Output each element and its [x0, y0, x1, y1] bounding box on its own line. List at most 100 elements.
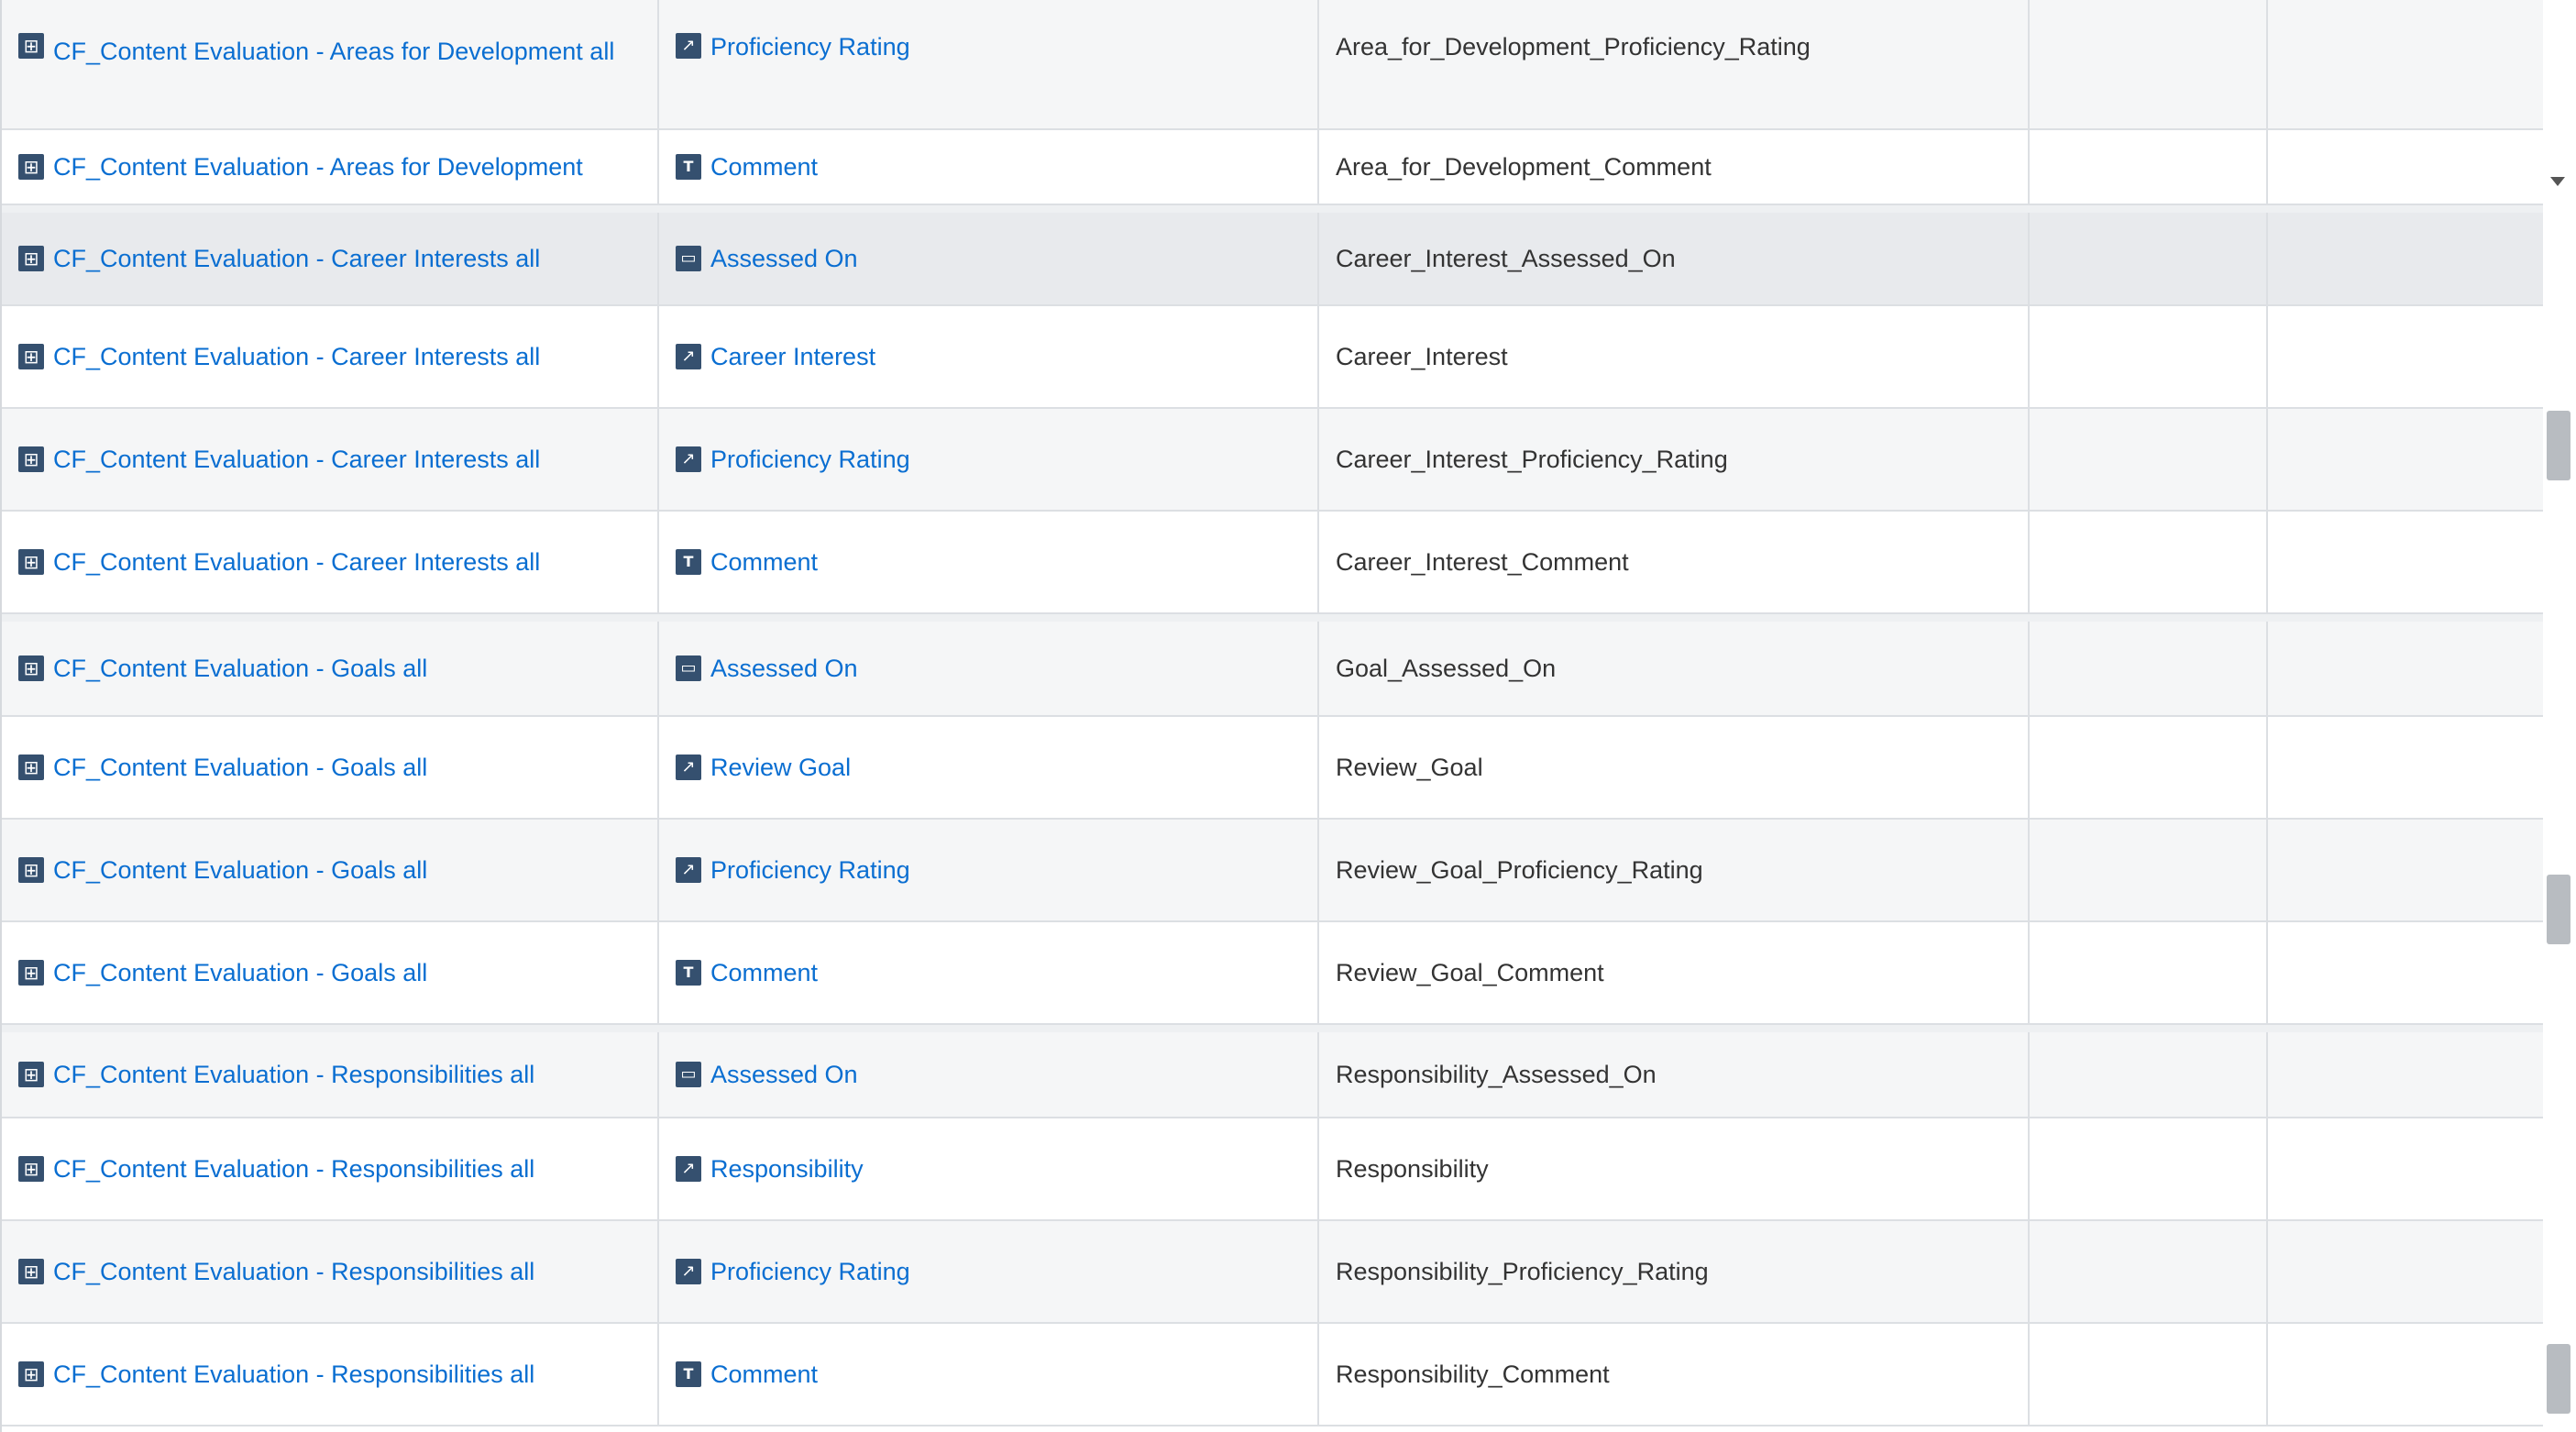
field-cell[interactable]: Proficiency Rating [659, 409, 1319, 510]
field-cell[interactable]: Assessed On [659, 1032, 1319, 1117]
api-name: Responsibility_Assessed_On [1336, 1060, 1657, 1088]
table-row[interactable]: CF_Content Evaluation - Career Interests… [2, 512, 2543, 614]
entity-icon [18, 1259, 44, 1284]
entity-link[interactable]: CF_Content Evaluation - Areas for Develo… [53, 33, 614, 70]
field-cell[interactable]: Assessed On [659, 213, 1319, 304]
entity-link[interactable]: CF_Content Evaluation - Areas for Develo… [53, 153, 583, 182]
entity-link[interactable]: CF_Content Evaluation - Career Interests… [53, 343, 540, 371]
relation-icon [676, 857, 701, 883]
api-name-cell: Responsibility [1319, 1118, 2030, 1219]
api-name: Goal_Assessed_On [1336, 654, 1557, 682]
entity-cell[interactable]: CF_Content Evaluation - Career Interests… [2, 213, 659, 304]
table-row[interactable]: CF_Content Evaluation - Goals all Assess… [2, 622, 2543, 717]
field-cell[interactable]: Review Goal [659, 717, 1319, 818]
entity-cell[interactable]: CF_Content Evaluation - Responsibilities… [2, 1221, 659, 1322]
table-row[interactable]: CF_Content Evaluation - Responsibilities… [2, 1118, 2543, 1221]
table-row[interactable]: CF_Content Evaluation - Career Interests… [2, 409, 2543, 512]
field-link[interactable]: Career Interest [710, 343, 875, 371]
entity-link[interactable]: CF_Content Evaluation - Career Interests… [53, 446, 540, 474]
entity-cell[interactable]: CF_Content Evaluation - Goals all [2, 622, 659, 715]
scrollbar-track[interactable] [2543, 1032, 2576, 1432]
table-row[interactable]: CF_Content Evaluation - Goals all Commen… [2, 922, 2543, 1025]
field-link[interactable]: Assessed On [710, 245, 858, 273]
entity-cell[interactable]: CF_Content Evaluation - Career Interests… [2, 512, 659, 612]
field-cell[interactable]: Comment [659, 512, 1319, 612]
field-cell[interactable]: Responsibility [659, 1118, 1319, 1219]
field-cell[interactable]: Assessed On [659, 622, 1319, 715]
entity-link[interactable]: CF_Content Evaluation - Responsibilities… [53, 1155, 534, 1184]
table-row[interactable]: CF_Content Evaluation - Areas for Develo… [2, 0, 2543, 130]
entity-cell[interactable]: CF_Content Evaluation - Career Interests… [2, 306, 659, 407]
empty-cell [2268, 0, 2543, 128]
relation-icon [676, 1156, 701, 1182]
scrollbar-track[interactable] [2543, 213, 2576, 614]
entity-cell[interactable]: CF_Content Evaluation - Areas for Develo… [2, 0, 659, 128]
entity-link[interactable]: CF_Content Evaluation - Career Interests… [53, 548, 540, 577]
api-name-cell: Review_Goal [1319, 717, 2030, 818]
scrollbar-track[interactable] [2543, 0, 2576, 205]
scrollbar-thumb[interactable] [2547, 1344, 2570, 1414]
field-link[interactable]: Assessed On [710, 1061, 858, 1089]
entity-link[interactable]: CF_Content Evaluation - Responsibilities… [53, 1360, 534, 1389]
scrollbar-thumb[interactable] [2547, 411, 2570, 480]
entity-cell[interactable]: CF_Content Evaluation - Responsibilities… [2, 1118, 659, 1219]
field-link[interactable]: Proficiency Rating [710, 1258, 910, 1286]
field-link[interactable]: Responsibility [710, 1155, 864, 1184]
entity-cell[interactable]: CF_Content Evaluation - Goals all [2, 717, 659, 818]
scrollbar-track[interactable] [2543, 622, 2576, 1025]
empty-cell [2268, 130, 2543, 204]
data-grid: CF_Content Evaluation - Areas for Develo… [0, 0, 2543, 1432]
entity-icon [18, 755, 44, 780]
field-cell[interactable]: Career Interest [659, 306, 1319, 407]
field-link[interactable]: Review Goal [710, 754, 851, 782]
entity-cell[interactable]: CF_Content Evaluation - Responsibilities… [2, 1324, 659, 1425]
table-row[interactable]: CF_Content Evaluation - Career Interests… [2, 213, 2543, 306]
field-link[interactable]: Comment [710, 959, 818, 987]
scroll-down-arrow-icon[interactable] [2550, 177, 2565, 186]
api-name-cell: Responsibility_Comment [1319, 1324, 2030, 1425]
relation-icon [676, 1259, 701, 1284]
field-cell[interactable]: Comment [659, 130, 1319, 204]
table-row[interactable]: CF_Content Evaluation - Responsibilities… [2, 1324, 2543, 1426]
field-cell[interactable]: Comment [659, 1324, 1319, 1425]
entity-link[interactable]: CF_Content Evaluation - Goals all [53, 856, 427, 885]
entity-link[interactable]: CF_Content Evaluation - Goals all [53, 959, 427, 987]
entity-icon [18, 1156, 44, 1182]
entity-cell[interactable]: CF_Content Evaluation - Responsibilities… [2, 1032, 659, 1117]
field-link[interactable]: Proficiency Rating [710, 446, 910, 474]
api-name-cell: Area_for_Development_Comment [1319, 130, 2030, 204]
table-row[interactable]: CF_Content Evaluation - Career Interests… [2, 306, 2543, 409]
api-name: Career_Interest [1336, 342, 1508, 370]
entity-link[interactable]: CF_Content Evaluation - Career Interests… [53, 245, 540, 273]
field-link[interactable]: Comment [710, 153, 818, 182]
table-row[interactable]: CF_Content Evaluation - Responsibilities… [2, 1032, 2543, 1118]
api-name-cell: Responsibility_Assessed_On [1319, 1032, 2030, 1117]
field-cell[interactable]: Comment [659, 922, 1319, 1023]
field-link[interactable]: Assessed On [710, 655, 858, 683]
entity-link[interactable]: CF_Content Evaluation - Responsibilities… [53, 1061, 534, 1089]
field-cell[interactable]: Proficiency Rating [659, 0, 1319, 128]
table-row[interactable]: CF_Content Evaluation - Goals all Review… [2, 717, 2543, 820]
field-cell[interactable]: Proficiency Rating [659, 1221, 1319, 1322]
entity-cell[interactable]: CF_Content Evaluation - Areas for Develo… [2, 130, 659, 204]
entity-cell[interactable]: CF_Content Evaluation - Goals all [2, 820, 659, 920]
entity-cell[interactable]: CF_Content Evaluation - Career Interests… [2, 409, 659, 510]
api-name-cell: Goal_Assessed_On [1319, 622, 2030, 715]
field-link[interactable]: Proficiency Rating [710, 33, 910, 61]
entity-link[interactable]: CF_Content Evaluation - Goals all [53, 655, 427, 683]
entity-icon [18, 1062, 44, 1087]
table-row[interactable]: CF_Content Evaluation - Responsibilities… [2, 1221, 2543, 1324]
field-cell[interactable]: Proficiency Rating [659, 820, 1319, 920]
field-link[interactable]: Proficiency Rating [710, 856, 910, 885]
entity-cell[interactable]: CF_Content Evaluation - Goals all [2, 922, 659, 1023]
table-row[interactable]: CF_Content Evaluation - Goals all Profic… [2, 820, 2543, 922]
entity-link[interactable]: CF_Content Evaluation - Goals all [53, 754, 427, 782]
api-name-cell: Career_Interest_Comment [1319, 512, 2030, 612]
api-name: Area_for_Development_Proficiency_Rating [1336, 33, 1811, 61]
field-link[interactable]: Comment [710, 1360, 818, 1389]
table-row[interactable]: CF_Content Evaluation - Areas for Develo… [2, 130, 2543, 205]
scrollbar-thumb[interactable] [2547, 875, 2570, 944]
field-link[interactable]: Comment [710, 548, 818, 577]
entity-link[interactable]: CF_Content Evaluation - Responsibilities… [53, 1258, 534, 1286]
api-name: Review_Goal [1336, 753, 1483, 781]
